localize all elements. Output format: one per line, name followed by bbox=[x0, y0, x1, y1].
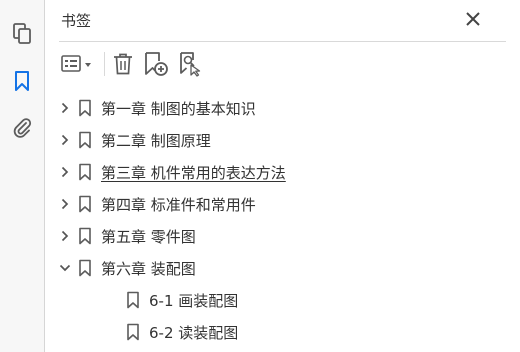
title-divider bbox=[59, 41, 506, 42]
chevron-down-icon[interactable] bbox=[59, 262, 71, 274]
bookmark-label: 第三章 机件常用的表达方法 bbox=[101, 164, 286, 182]
bookmark-item[interactable]: 第六章 装配图 bbox=[45, 252, 520, 284]
bookmark-icon bbox=[78, 99, 92, 117]
chevron-right-icon[interactable] bbox=[59, 134, 71, 146]
options-menu-button[interactable] bbox=[59, 50, 97, 78]
options-menu-icon bbox=[61, 55, 91, 72]
bookmarks-panel: 书签 第一章 制图的基本知识 第二章 制图原理 第三章 机件常用的表达方法 第四… bbox=[45, 0, 520, 352]
bookmark-label: 6-2 读装配图 bbox=[149, 324, 239, 342]
bookmark-icon bbox=[78, 259, 92, 277]
find-current-bookmark-button[interactable] bbox=[177, 50, 203, 78]
bookmark-item[interactable]: 第一章 制图的基本知识 bbox=[45, 92, 520, 124]
bookmark-icon bbox=[78, 195, 92, 213]
toolbar-separator bbox=[104, 52, 105, 76]
chevron-right-icon[interactable] bbox=[59, 102, 71, 114]
close-icon[interactable] bbox=[464, 10, 482, 28]
new-bookmark-icon bbox=[145, 52, 168, 76]
bookmarks-icon[interactable] bbox=[8, 67, 36, 95]
bookmark-label: 第四章 标准件和常用件 bbox=[101, 196, 256, 214]
bookmark-label: 第五章 零件图 bbox=[101, 228, 196, 246]
left-rail bbox=[0, 0, 45, 352]
bookmark-item[interactable]: 第五章 零件图 bbox=[45, 220, 520, 252]
bookmark-label: 第一章 制图的基本知识 bbox=[101, 100, 256, 118]
bookmark-icon bbox=[78, 227, 92, 245]
bookmark-icon bbox=[126, 291, 140, 309]
find-current-bookmark-icon bbox=[180, 52, 201, 77]
bookmark-label: 6-1 画装配图 bbox=[149, 292, 239, 310]
chevron-right-icon[interactable] bbox=[59, 230, 71, 242]
panel-title: 书签 bbox=[61, 12, 92, 30]
delete-bookmark-button[interactable] bbox=[111, 50, 135, 78]
bookmark-item[interactable]: 6-2 读装配图 bbox=[45, 316, 520, 348]
bookmark-icon bbox=[78, 131, 92, 149]
bookmark-item[interactable]: 第三章 机件常用的表达方法 bbox=[45, 156, 520, 188]
bookmark-item[interactable]: 6-1 画装配图 bbox=[45, 284, 520, 316]
bookmark-label: 第六章 装配图 bbox=[101, 260, 196, 278]
bookmark-item[interactable]: 第四章 标准件和常用件 bbox=[45, 188, 520, 220]
bookmark-label: 第二章 制图原理 bbox=[101, 132, 211, 150]
bookmark-item[interactable]: 第二章 制图原理 bbox=[45, 124, 520, 156]
bookmark-icon bbox=[126, 323, 140, 341]
pages-thumbnails-icon[interactable] bbox=[8, 20, 36, 48]
chevron-right-icon[interactable] bbox=[59, 198, 71, 210]
chevron-right-icon[interactable] bbox=[59, 166, 71, 178]
bookmark-icon bbox=[78, 163, 92, 181]
bookmarks-toolbar bbox=[59, 50, 506, 78]
trash-icon bbox=[114, 53, 132, 75]
attachments-icon[interactable] bbox=[8, 114, 36, 142]
new-bookmark-button[interactable] bbox=[143, 50, 169, 78]
